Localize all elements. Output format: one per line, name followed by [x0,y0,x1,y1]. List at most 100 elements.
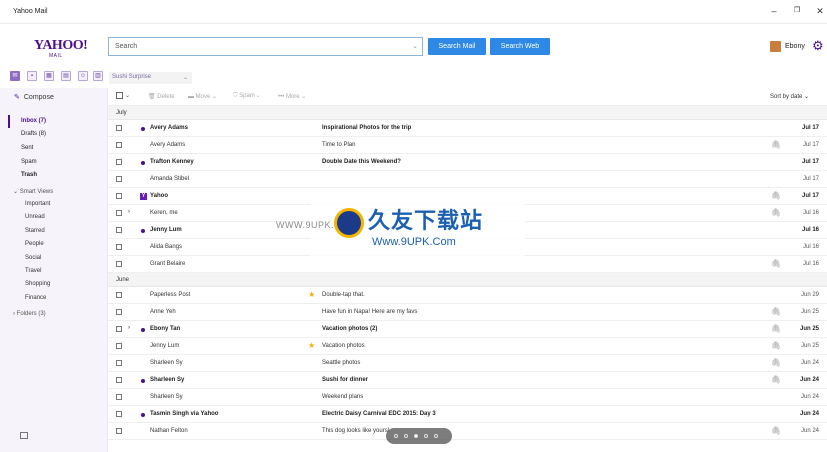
row-checkbox[interactable] [116,142,122,148]
sidebar-item-important[interactable]: Important [25,201,50,207]
table-row[interactable]: Avery Adams Inspirational Photos for the … [108,120,827,137]
smart-views-section[interactable]: ⌄ Smart Views [13,188,53,195]
row-checkbox[interactable] [116,411,122,417]
yahoo-logo[interactable]: YAHOO! [34,38,88,54]
page-dot[interactable] [424,434,428,438]
search-mail-button[interactable]: Search Mail [428,38,486,55]
row-checkbox[interactable] [116,343,122,349]
search-web-button[interactable]: Search Web [490,38,550,55]
delete-button[interactable]: 🗑 Delete [148,93,175,100]
table-row[interactable]: Sharleen Sy Weekend plans Jun 24 [108,389,827,406]
select-all-checkbox[interactable] [116,92,123,99]
chevron-down-icon[interactable]: ⌄ [125,92,130,99]
table-row[interactable]: Sharleen Sy Sushi for dinner 🖇 Jun 24 [108,372,827,389]
row-checkbox[interactable] [116,210,122,216]
table-row[interactable]: Amanda Stibel Jul 17 [108,171,827,188]
thread-expand-icon[interactable]: › [128,325,130,331]
paperclip-icon: 🖇 [771,307,782,316]
sidebar-item-travel[interactable]: Travel [25,268,41,274]
sender: Avery Adams [150,142,186,148]
row-checkbox[interactable] [116,176,122,182]
paperclip-icon: 🖇 [771,358,782,367]
mail-icon[interactable]: ✉ [10,71,20,81]
table-row[interactable]: › Ebony Tan Vacation photos (2) 🖇 Jun 25 [108,321,827,338]
row-checkbox[interactable] [116,394,122,400]
star-icon[interactable]: ★ [308,341,315,350]
row-checkbox[interactable] [116,244,122,250]
date: Jul 17 [801,159,819,165]
compose-label: Compose [23,94,54,101]
row-checkbox[interactable] [116,428,122,434]
thread-expand-icon[interactable]: › [128,209,130,215]
more-button[interactable]: ••• More ⌄ [278,93,306,100]
sort-dropdown[interactable]: Sort by date ⌄ [770,93,809,100]
folders-section[interactable]: › Folders (3) [13,311,46,317]
row-checkbox[interactable] [116,227,122,233]
avatar[interactable] [770,41,781,52]
image-icon[interactable] [20,432,28,439]
star-icon[interactable]: ★ [308,290,315,299]
sender: Anne Yeh [150,309,176,315]
date: Jul 17 [802,176,819,182]
sidebar-item-unread[interactable]: Unread [25,214,45,220]
sidebar-item-starred[interactable]: Starred [25,228,45,234]
sidebar-item-people[interactable]: People [25,241,44,247]
row-checkbox[interactable] [116,326,122,332]
watermark-logo-icon [334,208,364,238]
chevron-down-icon[interactable]: ⌄ [412,42,418,50]
calendar-icon[interactable]: ▦ [44,71,54,81]
date: Jul 16 [802,261,819,267]
notepad-icon[interactable]: ▤ [61,71,71,81]
row-checkbox[interactable] [116,292,122,298]
row-checkbox[interactable] [116,261,122,267]
user-name[interactable]: Ebony [785,43,805,50]
date: Jul 17 [801,193,819,199]
date: Jul 16 [801,227,819,233]
move-button[interactable]: ▬ Move ⌄ [188,93,217,100]
page-dot[interactable] [404,434,408,438]
table-row[interactable]: Jenny Lum ★ Vacation photos 🖇 Jun 25 [108,338,827,355]
ellipsis-icon: ••• [278,94,286,100]
row-checkbox[interactable] [116,309,122,315]
contacts-icon[interactable]: ▪ [27,71,37,81]
compose-button[interactable]: ✎ Compose [14,93,54,101]
subject: Time to Plan [322,142,356,148]
sidebar-item-social[interactable]: Social [25,255,41,261]
table-row[interactable]: Sharleen Sy Seattle photos 🖇 Jun 24 [108,355,827,372]
sidebar-item-drafts[interactable]: Drafts (8) [21,131,46,137]
row-checkbox[interactable] [116,193,122,199]
spam-button[interactable]: ⛉ Spam ⌄ [233,93,260,100]
table-row[interactable]: Trafton Kenney Double Date this Weekend? J… [108,154,827,171]
date: Jul 17 [802,142,819,148]
sidebar-item-shopping[interactable]: Shopping [25,281,50,287]
table-row[interactable]: Anne Yeh Have fun in Napa! Here are my fa… [108,304,827,321]
sidebar-item-sent[interactable]: Sent [21,145,33,151]
close-button[interactable]: ✕ [813,5,827,17]
selector[interactable]: Sushi Surprise ⌄ [109,72,192,84]
gear-icon[interactable]: ⚙ [812,38,824,54]
date: Jun 24 [800,394,819,400]
sidebar-item-finance[interactable]: Finance [25,295,46,301]
table-row[interactable]: Paperless Post ★ Double-tap that. Jun 29 [108,287,827,304]
page-dot-active[interactable] [414,434,418,438]
row-checkbox[interactable] [116,377,122,383]
minimize-button[interactable]: – [767,5,781,17]
search-input[interactable]: Search ⌄ [108,37,423,56]
row-checkbox[interactable] [116,159,122,165]
sidebar-item-inbox[interactable]: Inbox (7) [21,118,46,124]
table-row[interactable]: Tasmin Singh via Yahoo Electric Daisy Car… [108,406,827,423]
page-dot[interactable] [434,434,438,438]
row-checkbox[interactable] [116,125,122,131]
sender: Alida Bangs [150,244,183,250]
row-checkbox[interactable] [116,360,122,366]
sidebar-item-trash[interactable]: Trash [21,172,37,178]
messenger-icon[interactable]: ☺ [78,71,88,81]
calendar-day-icon[interactable]: ▥ [93,71,103,81]
table-row[interactable]: Avery Adams Time to Plan 🖇 Jul 17 [108,137,827,154]
page-indicator[interactable] [386,428,452,444]
maximize-button[interactable]: ❐ [790,5,804,17]
page-dot[interactable] [394,434,398,438]
unread-dot-icon [141,161,145,165]
table-row[interactable]: Nathan Felton This dog looks like yours! 🖇… [108,423,827,440]
sidebar-item-spam[interactable]: Spam [21,159,37,165]
